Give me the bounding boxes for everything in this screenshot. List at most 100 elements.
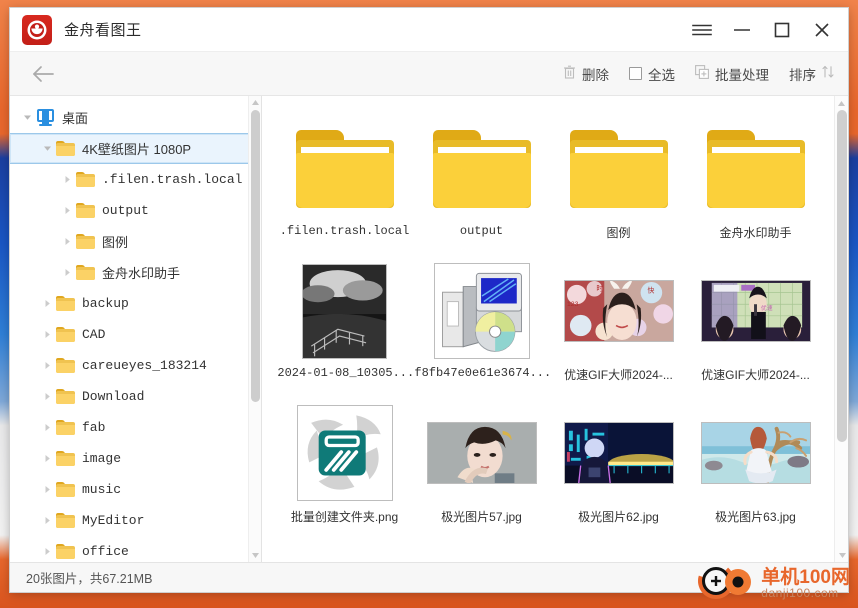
sidebar-item-14[interactable]: office [10, 536, 261, 562]
menu-button[interactable] [682, 12, 722, 48]
file-name-label: f8fb47e0e61e3674... [414, 366, 549, 380]
file-item[interactable]: 极光图片63.jpg [687, 396, 824, 538]
file-item[interactable] [276, 538, 413, 562]
select-all-label: 全选 [648, 67, 675, 83]
sidebar-item-2[interactable]: .filen.trash.local [10, 164, 261, 195]
chevron-right-icon[interactable] [38, 516, 56, 525]
sidebar-scroll-up-icon[interactable] [249, 96, 261, 109]
sidebar-scrollbar-thumb[interactable] [251, 110, 260, 402]
file-name-label: 极光图片57.jpg [441, 510, 522, 524]
sidebar-scrollbar[interactable] [248, 96, 261, 562]
file-item[interactable] [550, 538, 687, 562]
close-button[interactable] [802, 12, 842, 48]
chevron-down-icon[interactable] [38, 145, 56, 152]
file-item[interactable]: 123 时 快优速GIF大师2024-... [550, 254, 687, 396]
sidebar-item-13[interactable]: MyEditor [10, 505, 261, 536]
content-scrollbar-thumb[interactable] [837, 110, 847, 442]
chevron-right-icon[interactable] [58, 175, 76, 184]
file-thumbnail [550, 400, 687, 506]
delete-button[interactable]: 删除 [563, 64, 609, 84]
back-arrow-icon[interactable] [28, 59, 58, 89]
folder-tree: 桌面 4K壁纸图片 1080P .filen.trash.local output 图例… [10, 96, 261, 562]
file-name-label: 图例 [606, 226, 631, 240]
thumbnail-image [433, 263, 530, 359]
chevron-right-icon[interactable] [58, 206, 76, 215]
sidebar-item-5[interactable]: 金舟水印助手 [10, 257, 261, 288]
file-item[interactable]: 批量创建文件夹.png [276, 396, 413, 538]
chevron-right-icon[interactable] [58, 268, 76, 277]
file-item[interactable]: 优速 优速GIF大师2024-... [687, 254, 824, 396]
file-item[interactable]: f8fb47e0e61e3674... [413, 254, 550, 396]
checkbox-icon [629, 67, 642, 80]
file-item[interactable]: 2024-01-08_10305... [276, 254, 413, 396]
chevron-right-icon[interactable] [58, 237, 76, 246]
chevron-right-icon[interactable] [38, 423, 56, 432]
file-item[interactable]: 极光图片62.jpg [550, 396, 687, 538]
sidebar-scroll-down-icon[interactable] [249, 549, 261, 562]
sidebar-item-8[interactable]: careueyes_183214 [10, 350, 261, 381]
file-item[interactable]: output [413, 112, 550, 254]
file-item[interactable]: .filen.trash.local [276, 112, 413, 254]
content-scroll-up-icon[interactable] [835, 96, 848, 110]
svg-text:快: 快 [647, 286, 654, 295]
batch-process-button[interactable]: 批量处理 [695, 64, 769, 84]
minimize-button[interactable] [722, 12, 762, 48]
chevron-right-icon[interactable] [38, 454, 56, 463]
sidebar-item-4[interactable]: 图例 [10, 226, 261, 257]
content-scrollbar[interactable] [834, 96, 848, 562]
sidebar-item-0[interactable]: 桌面 [10, 102, 261, 133]
file-item[interactable] [687, 538, 824, 562]
sidebar-item-1[interactable]: 4K壁纸图片 1080P [10, 133, 261, 164]
chevron-right-icon[interactable] [38, 330, 56, 339]
window-controls [682, 12, 842, 48]
file-item[interactable] [413, 538, 550, 562]
folder-icon [56, 420, 75, 435]
file-thumbnail [413, 542, 550, 562]
sidebar-item-12[interactable]: music [10, 474, 261, 505]
file-thumbnail [687, 542, 824, 562]
file-item[interactable]: 金舟水印助手 [687, 112, 824, 254]
sidebar-item-11[interactable]: image [10, 443, 261, 474]
toolbar-actions: 删除 全选 批量处理 排序 [563, 64, 834, 84]
sort-button[interactable]: 排序 [789, 64, 834, 84]
sidebar-item-10[interactable]: fab [10, 412, 261, 443]
maximize-button[interactable] [762, 12, 802, 48]
file-name-label: 极光图片62.jpg [578, 510, 659, 524]
sidebar-item-9[interactable]: Download [10, 381, 261, 412]
thumbnail-image [296, 405, 393, 501]
folder-icon [56, 482, 75, 497]
chevron-right-icon[interactable] [38, 361, 56, 370]
folder-icon [56, 141, 75, 156]
file-thumbnail: 优速 [687, 258, 824, 364]
chevron-right-icon[interactable] [38, 299, 56, 308]
status-bar: 20张图片，共67.21MB [10, 562, 848, 592]
sidebar-item-6[interactable]: backup [10, 288, 261, 319]
content-scroll-down-icon[interactable] [835, 548, 848, 562]
select-all-checkbox[interactable]: 全选 [629, 64, 675, 84]
folder-icon [569, 130, 668, 208]
folder-icon [56, 296, 75, 311]
sidebar-item-label: music [82, 482, 122, 497]
sidebar-item-label: .filen.trash.local [102, 172, 243, 187]
sidebar-item-label: MyEditor [82, 513, 145, 528]
file-name-label: output [459, 224, 504, 238]
folder-icon [56, 451, 75, 466]
file-thumbnail [276, 542, 413, 562]
delete-label: 删除 [582, 67, 609, 83]
sidebar-item-label: output [102, 203, 149, 218]
sidebar-item-7[interactable]: CAD [10, 319, 261, 350]
folder-icon [56, 389, 75, 404]
chevron-right-icon[interactable] [38, 392, 56, 401]
file-item[interactable]: 极光图片57.jpg [413, 396, 550, 538]
chevron-right-icon[interactable] [38, 547, 56, 556]
folder-tree-sidebar: 桌面 4K壁纸图片 1080P .filen.trash.local output 图例… [10, 96, 262, 562]
chevron-right-icon[interactable] [38, 485, 56, 494]
svg-text:123: 123 [566, 301, 578, 308]
file-thumbnail: 123 时 快 [550, 258, 687, 364]
sidebar-item-label: CAD [82, 327, 106, 342]
chevron-down-icon[interactable] [18, 114, 36, 121]
folder-icon [76, 265, 95, 280]
title-bar: 金舟看图王 [10, 8, 848, 52]
sidebar-item-3[interactable]: output [10, 195, 261, 226]
file-item[interactable]: 图例 [550, 112, 687, 254]
